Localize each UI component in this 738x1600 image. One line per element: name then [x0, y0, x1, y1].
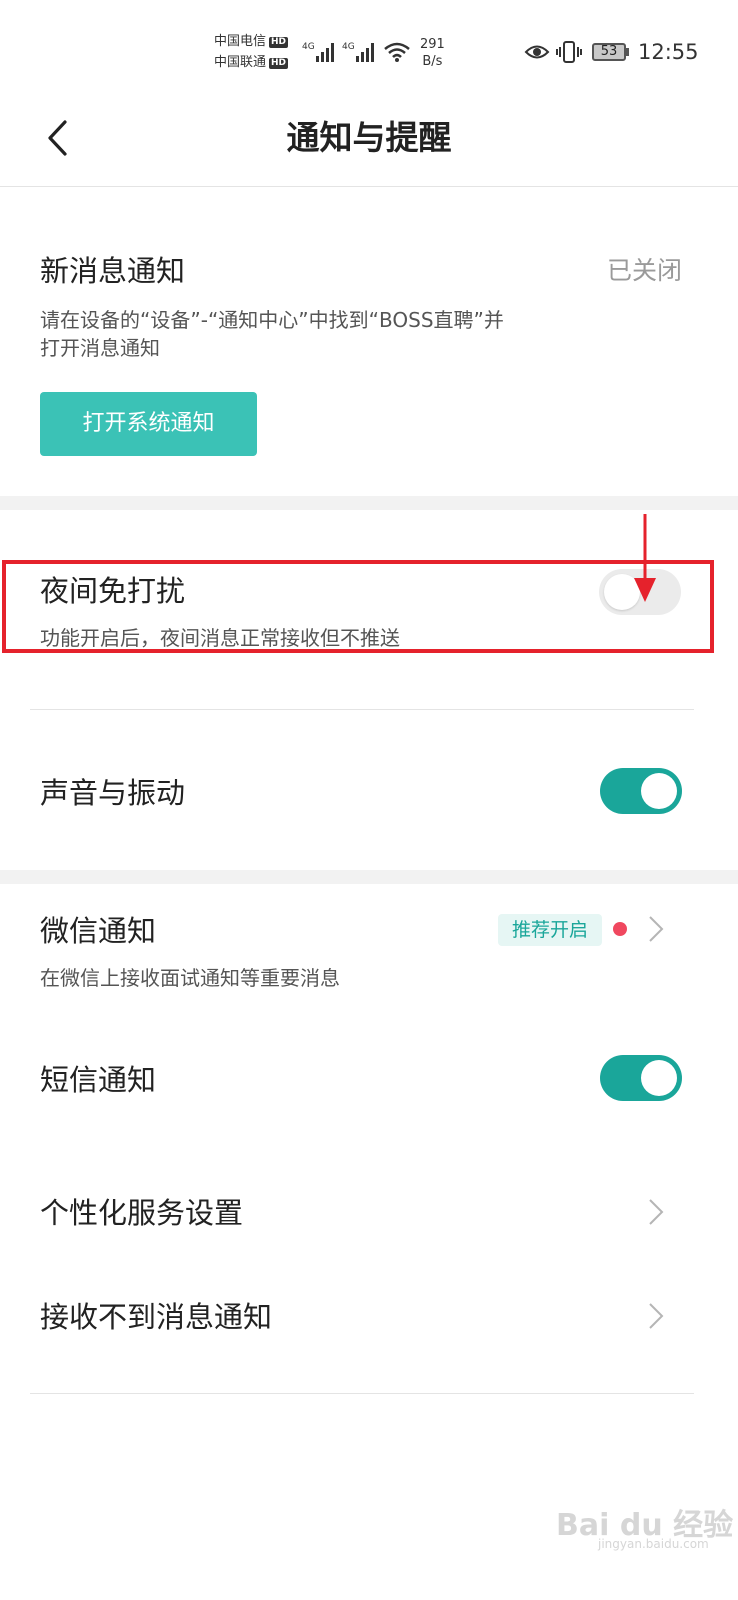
- net-type-label-2: 4G: [342, 42, 355, 52]
- speed-value: 291: [420, 37, 445, 52]
- new-message-title: 新消息通知: [40, 254, 186, 288]
- battery-level: 53: [600, 44, 618, 59]
- chevron-right-icon: [649, 916, 664, 942]
- wechat-description: 在微信上接收面试通知等重要消息: [40, 966, 340, 990]
- sms-toggle[interactable]: [600, 1055, 682, 1101]
- toggle-knob: [641, 1060, 677, 1096]
- network-speed: 291 B/s: [420, 36, 445, 70]
- toggle-knob: [641, 773, 677, 809]
- wechat-title: 微信通知: [40, 914, 157, 948]
- back-button[interactable]: [40, 116, 80, 160]
- section-separator-2: [0, 870, 738, 884]
- chevron-right-icon: [649, 1199, 664, 1225]
- back-arrow-icon: [48, 120, 67, 156]
- hd-badge: HD: [269, 58, 289, 69]
- carrier-1-label: 中国电信: [214, 34, 267, 49]
- personalized-title: 个性化服务设置: [40, 1196, 244, 1230]
- new-message-description: 请在设备的“设备”-“通知中心”中找到“BOSS直聘”并打开消息通知: [40, 308, 504, 360]
- page-title: 通知与提醒: [286, 118, 452, 157]
- section-separator: [0, 496, 738, 510]
- wifi-icon: [384, 42, 410, 62]
- open-system-notification-button[interactable]: 打开系统通知: [40, 392, 257, 456]
- signal-icon: 4G: [302, 42, 334, 62]
- carrier-2-label: 中国联通: [214, 55, 267, 70]
- speed-unit: B/s: [422, 54, 443, 69]
- carrier-2: 中国联通 HD: [214, 55, 289, 71]
- recommend-badge: 推荐开启: [498, 914, 602, 946]
- header-divider: [0, 186, 738, 187]
- row-divider: [30, 709, 694, 710]
- net-type-label: 4G: [302, 42, 315, 52]
- sound-vibration-toggle[interactable]: [600, 768, 682, 814]
- chevron-right-icon: [649, 1303, 664, 1329]
- signal-icon-2: 4G: [342, 42, 374, 62]
- bottom-divider: [30, 1393, 694, 1394]
- watermark-url: jingyan.baidu.com: [598, 1537, 709, 1551]
- battery-tip: [626, 48, 629, 56]
- annotation-arrow-icon: [634, 514, 656, 602]
- battery-icon: 53: [592, 43, 626, 61]
- vibrate-icon: [556, 41, 582, 63]
- hd-badge: HD: [269, 37, 289, 48]
- new-message-status: 已关闭: [606, 256, 682, 285]
- not-receiving-title: 接收不到消息通知: [40, 1300, 273, 1334]
- eye-icon: [524, 45, 550, 59]
- highlight-box: [2, 560, 714, 653]
- red-dot: [613, 922, 627, 936]
- sms-title: 短信通知: [40, 1063, 157, 1097]
- sound-vibration-title: 声音与振动: [40, 776, 186, 810]
- clock: 12:55: [638, 40, 699, 64]
- carrier-1: 中国电信 HD: [214, 34, 289, 50]
